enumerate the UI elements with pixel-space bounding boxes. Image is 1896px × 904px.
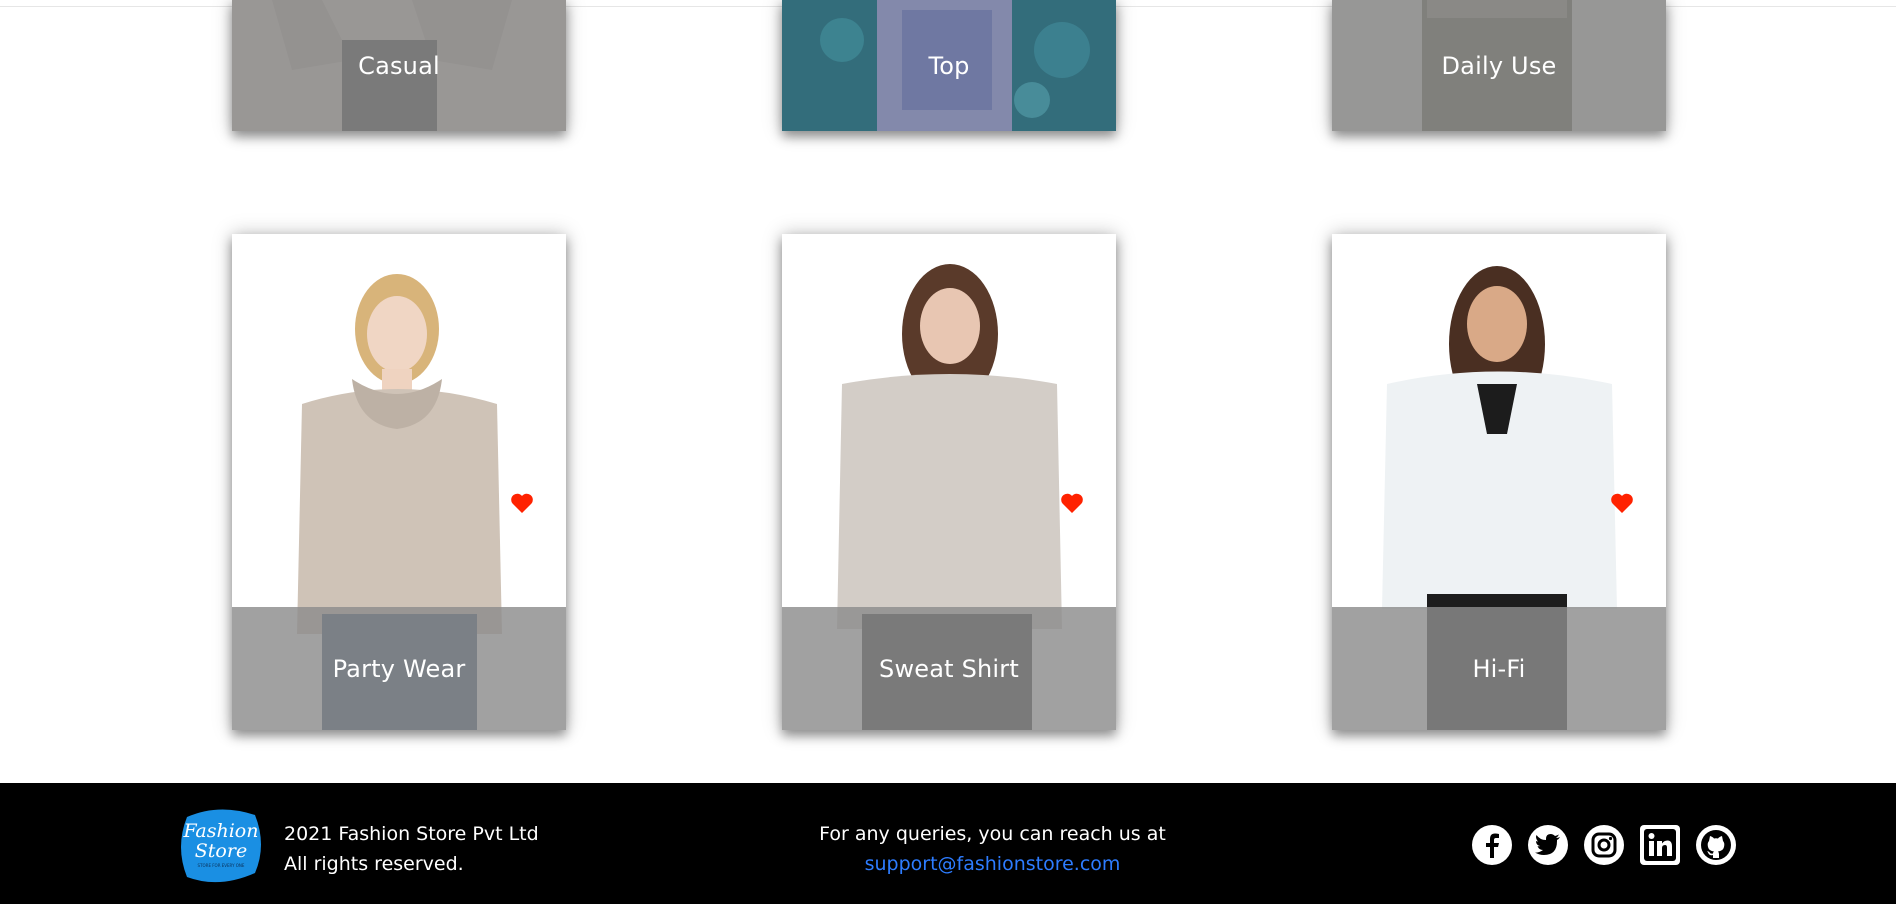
contact-text: For any queries, you can reach us at	[819, 823, 1166, 845]
category-card-party-wear[interactable]: Party Wear	[232, 234, 566, 730]
support-email-link[interactable]: support@fashionstore.com	[865, 853, 1121, 875]
logo-tagline: STORE FOR EVERY ONE	[198, 863, 245, 868]
category-label: Daily Use	[1441, 51, 1557, 80]
github-icon[interactable]	[1696, 825, 1736, 865]
category-label: Top	[928, 51, 970, 80]
category-card-hi-fi[interactable]: Hi-Fi	[1332, 234, 1666, 730]
category-card-casual[interactable]: Casual	[232, 0, 566, 131]
logo-text-line2: Store	[195, 840, 247, 862]
category-label-band: Hi-Fi	[1332, 607, 1666, 730]
footer-contact: For any queries, you can reach us at sup…	[800, 819, 1185, 879]
category-card-daily-use[interactable]: Daily Use	[1332, 0, 1666, 131]
social-links	[1472, 825, 1736, 865]
facebook-icon[interactable]	[1472, 825, 1512, 865]
category-label-band: Casual	[232, 0, 566, 131]
rights-text: All rights reserved.	[284, 853, 464, 875]
fashion-store-logo[interactable]: Fashion Store STORE FOR EVERY ONE	[179, 807, 263, 883]
category-label-band: Sweat Shirt	[782, 607, 1116, 730]
heart-icon[interactable]	[1060, 492, 1084, 514]
category-card-sweat-shirt[interactable]: Sweat Shirt	[782, 234, 1116, 730]
footer-copyright: 2021 Fashion Store Pvt Ltd All rights re…	[284, 819, 539, 879]
category-label-band: Daily Use	[1332, 0, 1666, 131]
twitter-icon[interactable]	[1528, 825, 1568, 865]
category-label-band: Party Wear	[232, 607, 566, 730]
category-label: Casual	[358, 51, 440, 80]
copyright-text: 2021 Fashion Store Pvt Ltd	[284, 823, 539, 845]
heart-icon[interactable]	[1610, 492, 1634, 514]
category-label: Hi-Fi	[1472, 654, 1526, 683]
category-label: Sweat Shirt	[879, 654, 1019, 683]
category-label-band: Top	[782, 0, 1116, 131]
category-label: Party Wear	[332, 654, 466, 683]
heart-icon[interactable]	[510, 492, 534, 514]
site-footer: Fashion Store STORE FOR EVERY ONE 2021 F…	[0, 783, 1896, 904]
instagram-icon[interactable]	[1584, 825, 1624, 865]
linkedin-icon[interactable]	[1640, 825, 1680, 865]
logo-text-line1: Fashion	[183, 820, 259, 842]
category-card-top[interactable]: Top	[782, 0, 1116, 131]
